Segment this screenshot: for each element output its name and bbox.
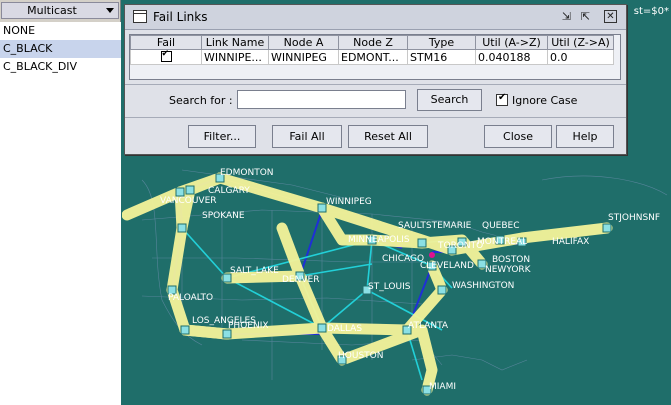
city-label: MIAMI bbox=[429, 382, 456, 392]
filter-button[interactable]: Filter... bbox=[188, 125, 256, 148]
fail-all-button[interactable]: Fail All bbox=[272, 125, 342, 148]
multicast-dropdown-value: Multicast bbox=[27, 4, 77, 17]
list-item[interactable]: C_BLACK bbox=[0, 40, 121, 58]
column-header[interactable]: Type bbox=[407, 35, 476, 50]
map-node bbox=[180, 325, 190, 335]
reset-all-button[interactable]: Reset All bbox=[348, 125, 428, 148]
chevron-down-icon[interactable] bbox=[106, 8, 114, 13]
window-icon bbox=[133, 10, 147, 23]
column-header[interactable]: Util (Z->A) bbox=[547, 35, 614, 50]
table-header-row: Fail Link Name Node A Node Z Type Util (… bbox=[130, 35, 614, 50]
map-node bbox=[602, 223, 612, 233]
multicast-route bbox=[276, 222, 306, 282]
map-node bbox=[429, 252, 435, 258]
map-node bbox=[317, 203, 327, 213]
fail-links-dialog: Fail Links ⇲ ⇱ ✕ Fail Link Name Node A N… bbox=[124, 4, 627, 155]
city-label: CALGARY bbox=[208, 186, 250, 196]
ignore-case-checkbox[interactable] bbox=[496, 92, 508, 106]
city-label: DENVER bbox=[282, 275, 319, 285]
city-label: PHOENIX bbox=[228, 321, 269, 331]
divider bbox=[125, 84, 626, 85]
city-label: TORONTO bbox=[437, 241, 483, 251]
city-label: CHICAGO bbox=[382, 254, 424, 264]
multicast-panel: Multicast NONE C_BLACK C_BLACK_DIV bbox=[0, 0, 121, 405]
city-label: NEWYORK bbox=[485, 265, 532, 275]
restore-icon[interactable]: ⇲ bbox=[560, 10, 573, 23]
search-input[interactable] bbox=[237, 90, 406, 109]
city-label: WINNIPEG bbox=[326, 197, 372, 207]
list-item[interactable]: C_BLACK_DIV bbox=[0, 58, 121, 76]
column-header[interactable]: Link Name bbox=[201, 35, 269, 50]
node-z-cell: EDMONT... bbox=[338, 49, 408, 65]
type-cell: STM16 bbox=[407, 49, 476, 65]
city-label: CLEVELAND bbox=[420, 261, 474, 271]
link bbox=[181, 227, 228, 279]
city-label: MINNEAPOLIS bbox=[348, 235, 410, 245]
dialog-titlebar[interactable]: Fail Links ⇲ ⇱ ✕ bbox=[125, 5, 626, 30]
multicast-list: NONE C_BLACK C_BLACK_DIV bbox=[0, 22, 121, 405]
map-node bbox=[317, 323, 327, 333]
link bbox=[321, 289, 368, 329]
column-header[interactable]: Util (A->Z) bbox=[475, 35, 548, 50]
map-node bbox=[437, 285, 447, 295]
city-label: MONTREAL bbox=[477, 237, 527, 247]
divider bbox=[125, 117, 626, 118]
map-node bbox=[222, 329, 232, 339]
multicast-dropdown[interactable]: Multicast bbox=[1, 2, 119, 19]
map-status-text: st=$0* bbox=[633, 6, 669, 17]
city-label: SALT_LAKE bbox=[230, 266, 279, 276]
city-label: SAULTSTEMARIE bbox=[398, 221, 472, 231]
column-header[interactable]: Node Z bbox=[338, 35, 408, 50]
close-icon[interactable]: ✕ bbox=[604, 10, 617, 23]
map-node bbox=[177, 223, 187, 233]
city-label: SPOKANE bbox=[202, 211, 245, 221]
city-label: QUEBEC bbox=[482, 221, 520, 231]
city-label: DALLAS bbox=[327, 324, 362, 334]
ignore-case-label: Ignore Case bbox=[512, 94, 578, 107]
city-label: STJOHNSNF bbox=[608, 213, 660, 223]
maximize-icon[interactable]: ⇱ bbox=[579, 10, 592, 23]
util-za-cell: 0.0 bbox=[547, 49, 614, 65]
link-name-cell: WINNIPE... bbox=[201, 49, 269, 65]
dialog-title: Fail Links bbox=[153, 10, 208, 24]
column-header[interactable]: Node A bbox=[268, 35, 339, 50]
search-label: Search for : bbox=[169, 94, 233, 107]
city-label: PALOALTO bbox=[168, 293, 213, 303]
city-label: HOUSTON bbox=[338, 351, 383, 361]
city-label: ST_LOUIS bbox=[368, 282, 411, 292]
search-button[interactable]: Search bbox=[417, 89, 482, 111]
city-label: ATLANTA bbox=[408, 321, 449, 331]
column-header[interactable]: Fail bbox=[130, 35, 202, 50]
map-node bbox=[175, 187, 185, 197]
map-node bbox=[185, 185, 195, 195]
help-button[interactable]: Help bbox=[556, 125, 614, 148]
fail-checkbox[interactable] bbox=[160, 51, 172, 62]
links-table: Fail Link Name Node A Node Z Type Util (… bbox=[129, 34, 621, 80]
util-az-cell: 0.040188 bbox=[475, 49, 548, 65]
city-label: WASHINGTON bbox=[452, 281, 514, 291]
table-row[interactable]: WINNIPE... WINNIPEG EDMONT... STM16 0.04… bbox=[130, 49, 614, 65]
city-label: HALIFAX bbox=[552, 237, 589, 247]
close-button[interactable]: Close bbox=[484, 125, 552, 148]
map-node bbox=[417, 238, 427, 248]
city-label: BOSTON bbox=[492, 255, 530, 265]
fail-checkbox-cell[interactable] bbox=[130, 49, 202, 65]
node-a-cell: WINNIPEG bbox=[268, 49, 339, 65]
city-label: EDMONTON bbox=[220, 168, 274, 178]
city-label: VANCOUVER bbox=[160, 196, 217, 206]
list-item[interactable]: NONE bbox=[0, 22, 121, 40]
link bbox=[299, 209, 323, 277]
